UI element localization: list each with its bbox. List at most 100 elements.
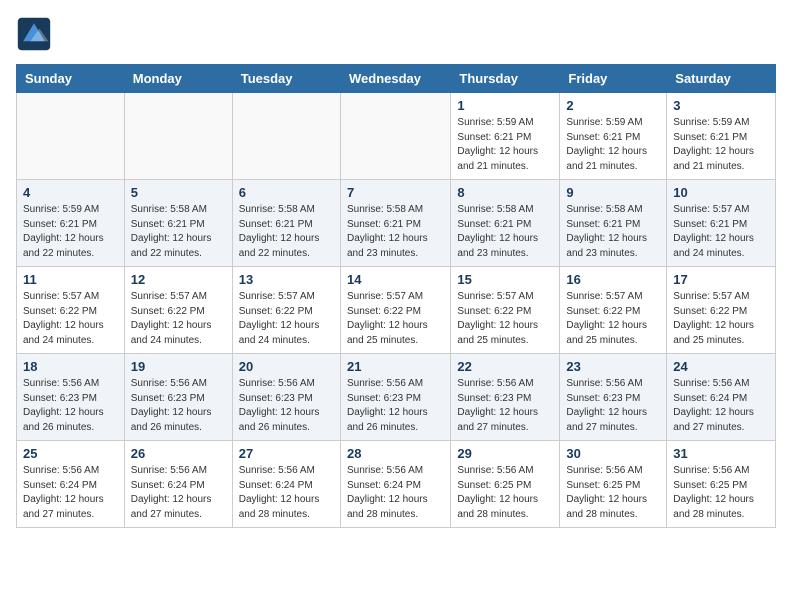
day-number: 7: [347, 185, 444, 200]
day-info: Sunrise: 5:58 AM Sunset: 6:21 PM Dayligh…: [347, 203, 444, 261]
weekday-header-thursday: Thursday: [451, 65, 560, 93]
day-info: Sunrise: 5:56 AM Sunset: 6:25 PM Dayligh…: [673, 464, 769, 522]
calendar-day-18: 18 Sunrise: 5:56 AM Sunset: 6:23 PM Dayli…: [17, 354, 125, 441]
calendar-empty-cell: [232, 93, 340, 180]
day-number: 19: [131, 359, 226, 374]
calendar-day-28: 28 Sunrise: 5:56 AM Sunset: 6:24 PM Dayli…: [340, 441, 450, 528]
day-number: 8: [457, 185, 553, 200]
day-number: 25: [23, 446, 118, 461]
day-info: Sunrise: 5:57 AM Sunset: 6:22 PM Dayligh…: [566, 290, 660, 348]
calendar-table: SundayMondayTuesdayWednesdayThursdayFrid…: [16, 64, 776, 528]
day-info: Sunrise: 5:59 AM Sunset: 6:21 PM Dayligh…: [566, 116, 660, 174]
calendar-day-6: 6 Sunrise: 5:58 AM Sunset: 6:21 PM Daylig…: [232, 180, 340, 267]
day-number: 31: [673, 446, 769, 461]
day-info: Sunrise: 5:58 AM Sunset: 6:21 PM Dayligh…: [566, 203, 660, 261]
day-number: 2: [566, 98, 660, 113]
day-number: 16: [566, 272, 660, 287]
calendar-day-19: 19 Sunrise: 5:56 AM Sunset: 6:23 PM Dayli…: [124, 354, 232, 441]
day-number: 21: [347, 359, 444, 374]
calendar-day-23: 23 Sunrise: 5:56 AM Sunset: 6:23 PM Dayli…: [560, 354, 667, 441]
day-info: Sunrise: 5:57 AM Sunset: 6:22 PM Dayligh…: [457, 290, 553, 348]
calendar-day-11: 11 Sunrise: 5:57 AM Sunset: 6:22 PM Dayli…: [17, 267, 125, 354]
calendar-week-row: 4 Sunrise: 5:59 AM Sunset: 6:21 PM Daylig…: [17, 180, 776, 267]
weekday-header-tuesday: Tuesday: [232, 65, 340, 93]
day-info: Sunrise: 5:56 AM Sunset: 6:24 PM Dayligh…: [239, 464, 334, 522]
calendar-week-row: 1 Sunrise: 5:59 AM Sunset: 6:21 PM Daylig…: [17, 93, 776, 180]
day-info: Sunrise: 5:57 AM Sunset: 6:22 PM Dayligh…: [23, 290, 118, 348]
weekday-header-wednesday: Wednesday: [340, 65, 450, 93]
calendar-empty-cell: [17, 93, 125, 180]
day-info: Sunrise: 5:56 AM Sunset: 6:24 PM Dayligh…: [131, 464, 226, 522]
calendar-day-12: 12 Sunrise: 5:57 AM Sunset: 6:22 PM Dayli…: [124, 267, 232, 354]
calendar-day-22: 22 Sunrise: 5:56 AM Sunset: 6:23 PM Dayli…: [451, 354, 560, 441]
day-number: 6: [239, 185, 334, 200]
day-info: Sunrise: 5:56 AM Sunset: 6:24 PM Dayligh…: [23, 464, 118, 522]
day-number: 10: [673, 185, 769, 200]
weekday-header-saturday: Saturday: [667, 65, 776, 93]
calendar-day-24: 24Sunrise: 5:56 AM Sunset: 6:24 PM Dayli…: [667, 354, 776, 441]
weekday-header-sunday: Sunday: [17, 65, 125, 93]
calendar-week-row: 18 Sunrise: 5:56 AM Sunset: 6:23 PM Dayli…: [17, 354, 776, 441]
day-number: 12: [131, 272, 226, 287]
calendar-day-15: 15 Sunrise: 5:57 AM Sunset: 6:22 PM Dayli…: [451, 267, 560, 354]
day-number: 22: [457, 359, 553, 374]
calendar-empty-cell: [340, 93, 450, 180]
day-info: Sunrise: 5:58 AM Sunset: 6:21 PM Dayligh…: [239, 203, 334, 261]
day-info: Sunrise: 5:56 AM Sunset: 6:24 PM Dayligh…: [347, 464, 444, 522]
calendar-week-row: 11 Sunrise: 5:57 AM Sunset: 6:22 PM Dayli…: [17, 267, 776, 354]
calendar-day-1: 1 Sunrise: 5:59 AM Sunset: 6:21 PM Daylig…: [451, 93, 560, 180]
day-number: 23: [566, 359, 660, 374]
day-info: Sunrise: 5:57 AM Sunset: 6:22 PM Dayligh…: [347, 290, 444, 348]
day-number: 29: [457, 446, 553, 461]
day-info: Sunrise: 5:56 AM Sunset: 6:23 PM Dayligh…: [457, 377, 553, 435]
day-info: Sunrise: 5:56 AM Sunset: 6:23 PM Dayligh…: [131, 377, 226, 435]
day-number: 27: [239, 446, 334, 461]
calendar-day-14: 14 Sunrise: 5:57 AM Sunset: 6:22 PM Dayli…: [340, 267, 450, 354]
page-header: [16, 16, 776, 52]
calendar-header-row: SundayMondayTuesdayWednesdayThursdayFrid…: [17, 65, 776, 93]
logo-icon: [16, 16, 52, 52]
calendar-day-13: 13 Sunrise: 5:57 AM Sunset: 6:22 PM Dayli…: [232, 267, 340, 354]
calendar-day-31: 31 Sunrise: 5:56 AM Sunset: 6:25 PM Dayli…: [667, 441, 776, 528]
calendar-day-26: 26 Sunrise: 5:56 AM Sunset: 6:24 PM Dayli…: [124, 441, 232, 528]
calendar-week-row: 25 Sunrise: 5:56 AM Sunset: 6:24 PM Dayli…: [17, 441, 776, 528]
day-info: Sunrise: 5:59 AM Sunset: 6:21 PM Dayligh…: [673, 116, 769, 174]
day-number: 9: [566, 185, 660, 200]
day-info: Sunrise: 5:57 AM Sunset: 6:22 PM Dayligh…: [131, 290, 226, 348]
calendar-day-17: 17Sunrise: 5:57 AM Sunset: 6:22 PM Dayli…: [667, 267, 776, 354]
calendar-day-21: 21 Sunrise: 5:56 AM Sunset: 6:23 PM Dayli…: [340, 354, 450, 441]
calendar-day-25: 25 Sunrise: 5:56 AM Sunset: 6:24 PM Dayli…: [17, 441, 125, 528]
calendar-empty-cell: [124, 93, 232, 180]
weekday-header-monday: Monday: [124, 65, 232, 93]
calendar-day-30: 30Sunrise: 5:56 AM Sunset: 6:25 PM Dayli…: [560, 441, 667, 528]
day-info: Sunrise: 5:56 AM Sunset: 6:23 PM Dayligh…: [566, 377, 660, 435]
day-info: Sunrise: 5:59 AM Sunset: 6:21 PM Dayligh…: [23, 203, 118, 261]
calendar-day-20: 20Sunrise: 5:56 AM Sunset: 6:23 PM Dayli…: [232, 354, 340, 441]
day-number: 28: [347, 446, 444, 461]
day-info: Sunrise: 5:58 AM Sunset: 6:21 PM Dayligh…: [131, 203, 226, 261]
day-number: 13: [239, 272, 334, 287]
day-number: 18: [23, 359, 118, 374]
day-info: Sunrise: 5:56 AM Sunset: 6:23 PM Dayligh…: [23, 377, 118, 435]
day-info: Sunrise: 5:56 AM Sunset: 6:25 PM Dayligh…: [457, 464, 553, 522]
day-info: Sunrise: 5:58 AM Sunset: 6:21 PM Dayligh…: [457, 203, 553, 261]
day-number: 5: [131, 185, 226, 200]
day-info: Sunrise: 5:59 AM Sunset: 6:21 PM Dayligh…: [457, 116, 553, 174]
day-number: 11: [23, 272, 118, 287]
day-number: 4: [23, 185, 118, 200]
day-info: Sunrise: 5:56 AM Sunset: 6:23 PM Dayligh…: [347, 377, 444, 435]
day-number: 30: [566, 446, 660, 461]
weekday-header-friday: Friday: [560, 65, 667, 93]
day-number: 1: [457, 98, 553, 113]
calendar-day-10: 10 Sunrise: 5:57 AM Sunset: 6:21 PM Dayli…: [667, 180, 776, 267]
calendar-day-16: 16 Sunrise: 5:57 AM Sunset: 6:22 PM Dayli…: [560, 267, 667, 354]
day-info: Sunrise: 5:57 AM Sunset: 6:21 PM Dayligh…: [673, 203, 769, 261]
calendar-day-8: 8 Sunrise: 5:58 AM Sunset: 6:21 PM Daylig…: [451, 180, 560, 267]
day-info: Sunrise: 5:57 AM Sunset: 6:22 PM Dayligh…: [239, 290, 334, 348]
day-number: 14: [347, 272, 444, 287]
logo: [16, 16, 56, 52]
day-number: 15: [457, 272, 553, 287]
day-number: 17: [673, 272, 769, 287]
day-info: Sunrise: 5:56 AM Sunset: 6:24 PM Dayligh…: [673, 377, 769, 435]
day-number: 26: [131, 446, 226, 461]
